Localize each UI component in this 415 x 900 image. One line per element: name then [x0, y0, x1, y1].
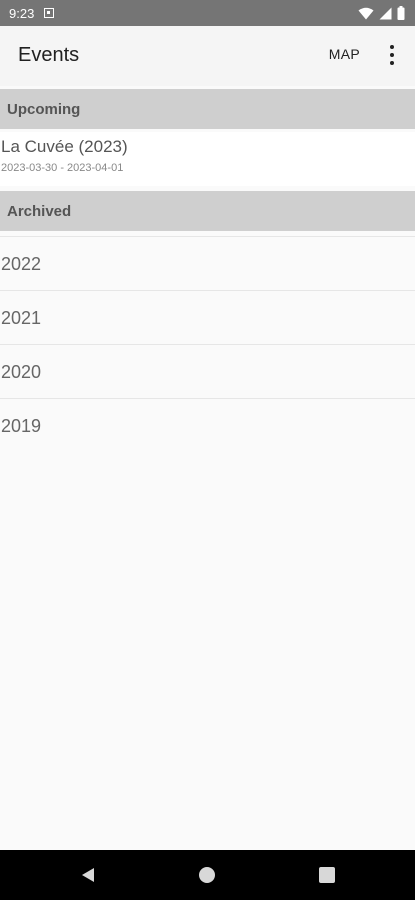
status-bar: 9:23 [0, 0, 415, 26]
wifi-icon [358, 7, 374, 19]
home-icon[interactable] [199, 867, 215, 883]
section-header-upcoming: Upcoming [0, 89, 415, 129]
archived-year-item[interactable]: 2022 [0, 236, 415, 290]
battery-icon [397, 6, 405, 20]
section-label-archived: Archived [7, 202, 72, 220]
section-header-archived: Archived [0, 191, 415, 231]
section-label-upcoming: Upcoming [7, 100, 81, 118]
event-list-item[interactable]: La Cuvée (2023) 2023-03-30 - 2023-04-01 [0, 132, 415, 186]
recents-icon[interactable] [319, 867, 335, 883]
cellular-signal-icon [379, 7, 392, 19]
status-time: 9:23 [9, 5, 35, 21]
year-label: 2022 [1, 254, 42, 274]
more-options-icon[interactable] [389, 45, 395, 65]
year-label: 2020 [1, 362, 42, 382]
notification-icon [44, 8, 55, 18]
system-navigation-bar [0, 850, 415, 900]
event-dates: 2023-03-30 - 2023-04-01 [1, 162, 124, 174]
year-label: 2019 [1, 416, 42, 436]
app-bar: Events MAP [0, 26, 415, 86]
archived-year-item[interactable]: 2019 [0, 398, 415, 452]
archived-year-item[interactable]: 2020 [0, 344, 415, 398]
map-button[interactable]: MAP [329, 46, 360, 62]
archived-year-item[interactable]: 2021 [0, 290, 415, 344]
page-title: Events [18, 44, 80, 66]
back-icon[interactable] [80, 867, 96, 883]
event-title: La Cuvée (2023) [1, 137, 128, 156]
year-label: 2021 [1, 308, 42, 328]
